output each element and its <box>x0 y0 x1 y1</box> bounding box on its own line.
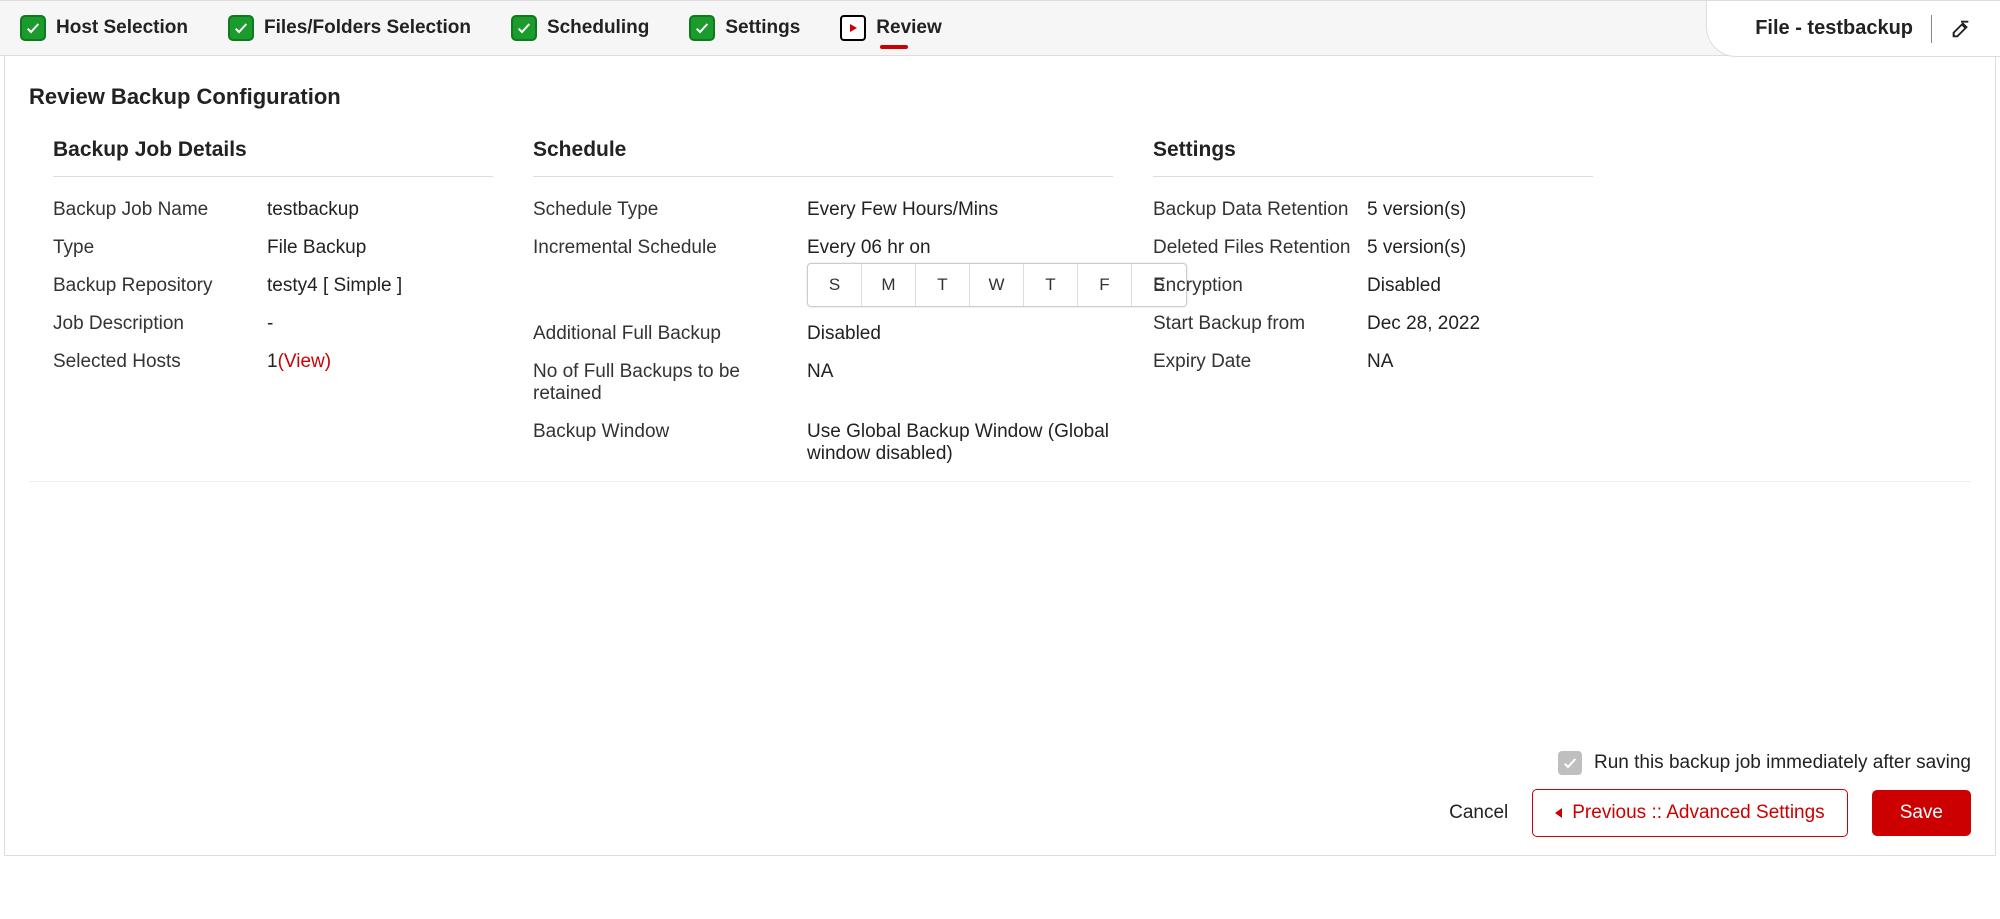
step-files-folders-selection[interactable]: Files/Folders Selection <box>228 1 471 55</box>
incremental-text: Every 06 hr on <box>807 237 1187 259</box>
value: 5 version(s) <box>1367 199 1466 221</box>
value: testbackup <box>267 199 359 221</box>
check-icon <box>689 15 715 41</box>
play-icon <box>840 15 866 41</box>
value: Dec 28, 2022 <box>1367 313 1480 335</box>
row-start-from: Start Backup from Dec 28, 2022 <box>1153 305 1593 343</box>
value: Every Few Hours/Mins <box>807 199 998 221</box>
section-schedule: Schedule Schedule Type Every Few Hours/M… <box>533 138 1113 473</box>
step-review[interactable]: Review <box>840 1 941 55</box>
label: Encryption <box>1153 275 1353 297</box>
row-backup-window: Backup Window Use Global Backup Window (… <box>533 413 1113 473</box>
step-scheduling[interactable]: Scheduling <box>511 1 649 55</box>
check-icon <box>20 15 46 41</box>
row-additional-full: Additional Full Backup Disabled <box>533 315 1113 353</box>
value: NA <box>807 361 833 405</box>
run-immediately-row: Run this backup job immediately after sa… <box>1558 751 1971 775</box>
value: Disabled <box>1367 275 1441 297</box>
previous-button[interactable]: Previous :: Advanced Settings <box>1532 789 1847 837</box>
footer: Run this backup job immediately after sa… <box>29 751 1971 837</box>
value: File Backup <box>267 237 366 259</box>
step-host-selection[interactable]: Host Selection <box>20 1 188 55</box>
label: Expiry Date <box>1153 351 1353 373</box>
value: NA <box>1367 351 1393 373</box>
row-data-retention: Backup Data Retention 5 version(s) <box>1153 191 1593 229</box>
day-thu[interactable]: T <box>1024 264 1078 306</box>
label: Start Backup from <box>1153 313 1353 335</box>
check-icon <box>228 15 254 41</box>
row-description: Job Description - <box>53 305 493 343</box>
divider <box>1931 15 1932 43</box>
day-selector: S M T W T F S <box>807 263 1187 307</box>
check-icon <box>511 15 537 41</box>
previous-button-label: Previous :: Advanced Settings <box>1572 802 1824 824</box>
step-label: Host Selection <box>56 17 188 39</box>
step-label: Settings <box>725 17 800 39</box>
day-fri[interactable]: F <box>1078 264 1132 306</box>
step-settings[interactable]: Settings <box>689 1 800 55</box>
label: Schedule Type <box>533 199 793 221</box>
label: Backup Job Name <box>53 199 253 221</box>
section-title: Schedule <box>533 138 1113 177</box>
section-settings: Settings Backup Data Retention 5 version… <box>1153 138 1593 473</box>
section-details: Backup Job Details Backup Job Name testb… <box>53 138 493 473</box>
section-title: Backup Job Details <box>53 138 493 177</box>
run-immediately-label: Run this backup job immediately after sa… <box>1594 752 1971 774</box>
day-sun[interactable]: S <box>808 264 862 306</box>
page-title: Review Backup Configuration <box>29 84 1971 110</box>
button-row: Cancel Previous :: Advanced Settings Sav… <box>1449 789 1971 837</box>
label: Backup Window <box>533 421 793 465</box>
value: 5 version(s) <box>1367 237 1466 259</box>
value: Every 06 hr on S M T W T F S <box>807 237 1187 307</box>
row-expiry: Expiry Date NA <box>1153 343 1593 381</box>
label: No of Full Backups to be retained <box>533 361 793 405</box>
save-button[interactable]: Save <box>1872 790 1971 836</box>
row-selected-hosts: Selected Hosts 1(View) <box>53 343 493 381</box>
value: Disabled <box>807 323 881 345</box>
row-type: Type File Backup <box>53 229 493 267</box>
row-incremental: Incremental Schedule Every 06 hr on S M … <box>533 229 1113 315</box>
row-encryption: Encryption Disabled <box>1153 267 1593 305</box>
context-label: File - testbackup <box>1755 17 1913 40</box>
step-label: Files/Folders Selection <box>264 17 471 39</box>
label: Selected Hosts <box>53 351 253 373</box>
run-immediately-checkbox[interactable] <box>1558 751 1582 775</box>
label: Type <box>53 237 253 259</box>
day-wed[interactable]: W <box>970 264 1024 306</box>
view-hosts-link[interactable]: (View) <box>278 351 332 372</box>
value: Use Global Backup Window (Global window … <box>807 421 1113 465</box>
label: Job Description <box>53 313 253 335</box>
row-repo: Backup Repository testy4 [ Simple ] <box>53 267 493 305</box>
cancel-button[interactable]: Cancel <box>1449 802 1508 824</box>
row-deleted-retention: Deleted Files Retention 5 version(s) <box>1153 229 1593 267</box>
value: testy4 [ Simple ] <box>267 275 402 297</box>
value: 1(View) <box>267 351 331 373</box>
label: Incremental Schedule <box>533 237 793 307</box>
wizard-step-bar: Host Selection Files/Folders Selection S… <box>0 0 2000 56</box>
edit-icon[interactable] <box>1950 18 1972 40</box>
section-title: Settings <box>1153 138 1593 177</box>
label: Backup Repository <box>53 275 253 297</box>
step-label: Scheduling <box>547 17 649 39</box>
label: Additional Full Backup <box>533 323 793 345</box>
day-tue[interactable]: T <box>916 264 970 306</box>
row-job-name: Backup Job Name testbackup <box>53 191 493 229</box>
row-schedule-type: Schedule Type Every Few Hours/Mins <box>533 191 1113 229</box>
label: Backup Data Retention <box>1153 199 1353 221</box>
review-page: Review Backup Configuration Backup Job D… <box>4 56 1996 856</box>
chevron-left-icon <box>1555 808 1562 818</box>
value: - <box>267 313 273 335</box>
context-tab: File - testbackup <box>1706 1 2000 57</box>
row-full-retained: No of Full Backups to be retained NA <box>533 353 1113 413</box>
step-label: Review <box>876 17 941 39</box>
hosts-count: 1 <box>267 351 278 372</box>
label: Deleted Files Retention <box>1153 237 1353 259</box>
day-mon[interactable]: M <box>862 264 916 306</box>
